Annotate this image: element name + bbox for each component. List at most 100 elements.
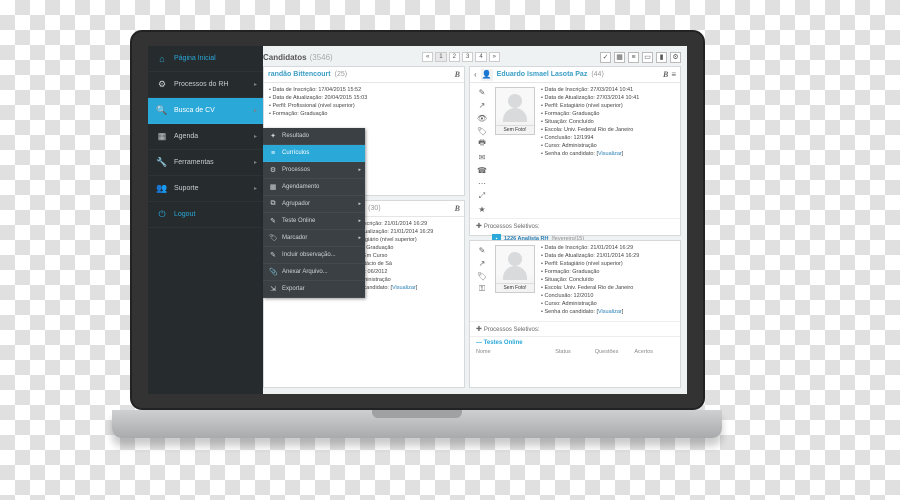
pager-next[interactable]: » [489, 52, 500, 62]
candidate-photo: Sem Foto! [495, 245, 535, 293]
submenu-search-cv: ✦Resultado ≡Currículos ⚙Processos▸ ▦Agen… [263, 128, 365, 298]
sidebar-item-home[interactable]: ⌂ Página Inicial [148, 46, 263, 72]
chevron-right-icon: ▸ [254, 159, 257, 166]
mail-icon[interactable]: ✉ [475, 152, 489, 162]
pager-page-2[interactable]: 2 [449, 52, 460, 62]
candidate-details: Data de Inscrição: 17/04/2015 15:52 Data… [269, 87, 367, 119]
sidebar-item-support[interactable]: 👥Suporte▸ [148, 176, 263, 202]
toolbar-check-icon[interactable]: ✓ [600, 52, 611, 63]
result-count: (3546) [310, 53, 333, 62]
sidebar-item-logout[interactable]: ⏻ Logout [148, 202, 263, 228]
tag-icon: 🏷 [269, 234, 277, 242]
screen-bezel: Candidatos (3546) « 1 2 3 4 » ✓ ▦ ≡ ▭ ▮ … [130, 30, 705, 410]
submenu-exportar[interactable]: ⇲Exportar [263, 281, 365, 298]
print-icon[interactable]: 🖶 [475, 139, 489, 149]
sidebar-item-processes[interactable]: ⚙ Processos do RH ▸ [148, 72, 263, 98]
pager-prev[interactable]: « [422, 52, 433, 62]
view-password-link[interactable]: Visualizar [598, 309, 622, 315]
submenu-resultado[interactable]: ✦Resultado [263, 128, 365, 145]
laptop-frame: Candidatos (3546) « 1 2 3 4 » ✓ ▦ ≡ ▭ ▮ … [130, 30, 705, 450]
star-icon[interactable]: ★ [475, 204, 489, 214]
col-questoes: Questões [595, 349, 635, 355]
section-processos[interactable]: Processos Seletivos: [470, 321, 680, 336]
chevron-right-icon: ▸ [358, 167, 361, 173]
action-icon-column: ✎ ↗ 👁 🏷 🖶 ✉ ☎ ⋯ ⤢ ★ [475, 87, 489, 214]
app-window: Candidatos (3546) « 1 2 3 4 » ✓ ▦ ≡ ▭ ▮ … [148, 46, 687, 394]
page-header: Candidatos (3546) « 1 2 3 4 » ✓ ▦ ≡ ▭ ▮ … [263, 50, 681, 64]
edit-icon[interactable]: ✎ [475, 87, 489, 97]
info-icon[interactable]: B [455, 204, 460, 213]
chevron-right-icon: ▸ [358, 218, 361, 224]
more-icon[interactable]: ⋯ [475, 178, 489, 188]
search-icon: 🔍 [156, 105, 168, 116]
prev-card-button[interactable]: ‹ [474, 70, 477, 79]
group-icon: ⧉ [269, 200, 277, 208]
candidate-name[interactable]: Eduardo Ismael Lasota Paz [497, 71, 588, 78]
pager-page-1[interactable]: 1 [435, 52, 446, 62]
tag-icon[interactable]: 🏷 [475, 271, 489, 281]
card-header: ‹ 👤 Eduardo Ismael Lasota Paz (44) B≡ [470, 67, 680, 83]
tests-table-header: Nome Status Questões Acertos [476, 349, 674, 355]
toolbar-grid-icon[interactable]: ▦ [614, 52, 625, 63]
sidebar-label: Processos do RH [174, 81, 228, 88]
doc-icon: ≡ [269, 150, 277, 157]
gear-icon: ⚙ [269, 166, 277, 174]
toolbar-card-icon[interactable]: ▭ [642, 52, 653, 63]
submenu-agrupador[interactable]: ⧉Agrupador▸ [263, 196, 365, 213]
submenu-anexar[interactable]: 📎Anexar Arquivo... [263, 264, 365, 281]
candidate-age: (25) [335, 71, 347, 78]
link-icon[interactable]: ↗ [475, 100, 489, 110]
candidate-age: (44) [591, 71, 603, 78]
sidebar-label: Logout [174, 211, 195, 218]
submenu-agendamento[interactable]: ▦Agendamento [263, 179, 365, 196]
section-processos[interactable]: Processos Seletivos: [470, 218, 680, 233]
sidebar-label: Suporte [174, 185, 199, 192]
candidate-name[interactable]: randão Bittencourt [268, 71, 331, 78]
power-icon: ⏻ [156, 209, 168, 220]
chevron-right-icon: ▸ [358, 201, 361, 207]
home-icon: ⌂ [156, 54, 168, 64]
calendar-icon: ▦ [269, 183, 277, 191]
chevron-right-icon: ▸ [254, 107, 257, 114]
expand-icon[interactable]: ⤢ [475, 191, 489, 201]
submenu-processos[interactable]: ⚙Processos▸ [263, 162, 365, 179]
submenu-marcador[interactable]: 🏷Marcador▸ [263, 230, 365, 247]
tag-icon[interactable]: 🏷 [475, 126, 489, 136]
info-icon[interactable]: B [455, 70, 460, 79]
toolbar-list-icon[interactable]: ≡ [628, 52, 639, 63]
gear-icon: ⚙ [156, 79, 168, 90]
wrench-icon: 🔧 [156, 157, 168, 168]
view-password-link[interactable]: Visualizar [392, 285, 416, 291]
sidebar-label: Página Inicial [174, 55, 216, 62]
info-icon[interactable]: B [663, 70, 668, 79]
support-icon: 👥 [156, 183, 168, 194]
link-icon[interactable]: ↗ [475, 258, 489, 268]
header-toolbar: ✓ ▦ ≡ ▭ ▮ ⚙ [600, 52, 681, 63]
page-title: Candidatos [263, 53, 307, 62]
pager-page-4[interactable]: 4 [475, 52, 486, 62]
submenu-observacao[interactable]: ✎Incluir observação... [263, 247, 365, 264]
view-password-link[interactable]: Visualizar [598, 151, 622, 157]
phone-icon[interactable]: ☎ [475, 165, 489, 175]
export-icon: ⇲ [269, 285, 277, 293]
key-icon[interactable]: ⚿ [475, 284, 489, 294]
toolbar-gear-icon[interactable]: ⚙ [670, 52, 681, 63]
submenu-curriculos[interactable]: ≡Currículos [263, 145, 365, 162]
col-status: Status [555, 349, 595, 355]
pager: « 1 2 3 4 » [422, 52, 500, 62]
sidebar-item-agenda[interactable]: ▦Agenda▸ [148, 124, 263, 150]
candidate-age: (30) [368, 205, 380, 212]
section-testes-online: — Testes Online Nome Status Questões Ace… [470, 336, 680, 358]
sidebar-item-tools[interactable]: 🔧Ferramentas▸ [148, 150, 263, 176]
sidebar-item-search-cv[interactable]: 🔍Busca de CV▸ [148, 98, 263, 124]
edit-icon[interactable]: ✎ [475, 245, 489, 255]
candidate-details: Data de Inscrição: 21/01/2014 16:29 Data… [541, 245, 639, 317]
candidate-photo: Sem Foto! [495, 87, 535, 135]
menu-icon[interactable]: ≡ [671, 70, 676, 79]
pager-page-3[interactable]: 3 [462, 52, 473, 62]
submenu-teste-online[interactable]: ✎Teste Online▸ [263, 213, 365, 230]
tests-title[interactable]: — Testes Online [476, 340, 674, 346]
view-icon[interactable]: 👁 [475, 113, 489, 123]
chevron-right-icon: ▸ [254, 81, 257, 88]
toolbar-chart-icon[interactable]: ▮ [656, 52, 667, 63]
